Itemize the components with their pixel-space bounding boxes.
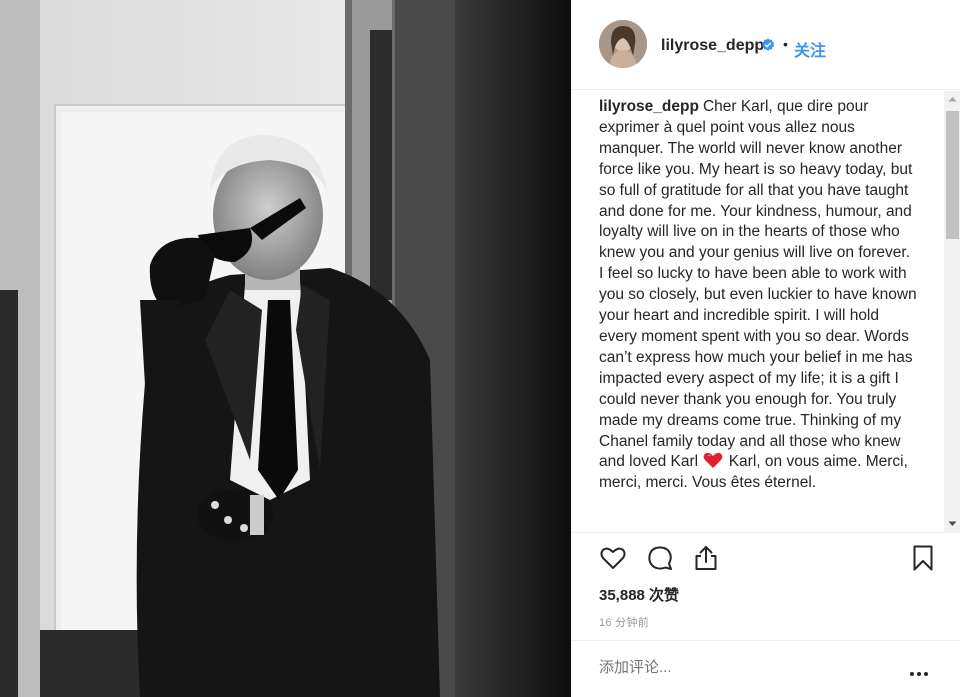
username-link[interactable]: lilyrose_depp (661, 37, 764, 55)
scroll-up-arrow-icon[interactable] (944, 91, 960, 108)
post-panel: lilyrose_depp • 关注 lilyrose_depp Cher Kar… (571, 0, 960, 697)
comment-icon[interactable] (646, 544, 674, 572)
post-timestamp[interactable]: 16 分钟前 (599, 614, 649, 630)
caption-scrollbar[interactable] (944, 91, 960, 532)
post-header: lilyrose_depp • 关注 (572, 0, 960, 90)
scrollbar-thumb[interactable] (946, 111, 959, 239)
action-bar (572, 532, 960, 584)
red-heart-emoji-icon (704, 453, 723, 469)
comment-bar (572, 640, 960, 697)
bookmark-icon[interactable] (909, 544, 937, 572)
verified-badge-icon (762, 38, 774, 51)
heart-icon[interactable] (599, 544, 627, 572)
share-icon[interactable] (692, 544, 720, 572)
caption-text: Cher Karl, que dire pour exprimer à quel… (599, 98, 917, 471)
scroll-down-arrow-icon[interactable] (944, 515, 960, 532)
photo-illustration (0, 0, 571, 697)
avatar-image (599, 20, 647, 68)
post-photo[interactable] (0, 0, 571, 697)
post-caption: lilyrose_depp Cher Karl, que dire pour ex… (599, 97, 917, 494)
header-separator: • (783, 36, 788, 52)
avatar[interactable] (599, 20, 647, 68)
more-options-icon[interactable] (910, 663, 934, 676)
caption-scroll-area[interactable]: lilyrose_depp Cher Karl, que dire pour ex… (572, 91, 944, 532)
follow-button[interactable]: 关注 (794, 37, 826, 61)
likes-count[interactable]: 35,888 次赞 (599, 584, 679, 605)
comment-input[interactable] (599, 659, 889, 676)
caption-username-link[interactable]: lilyrose_depp (599, 98, 699, 115)
